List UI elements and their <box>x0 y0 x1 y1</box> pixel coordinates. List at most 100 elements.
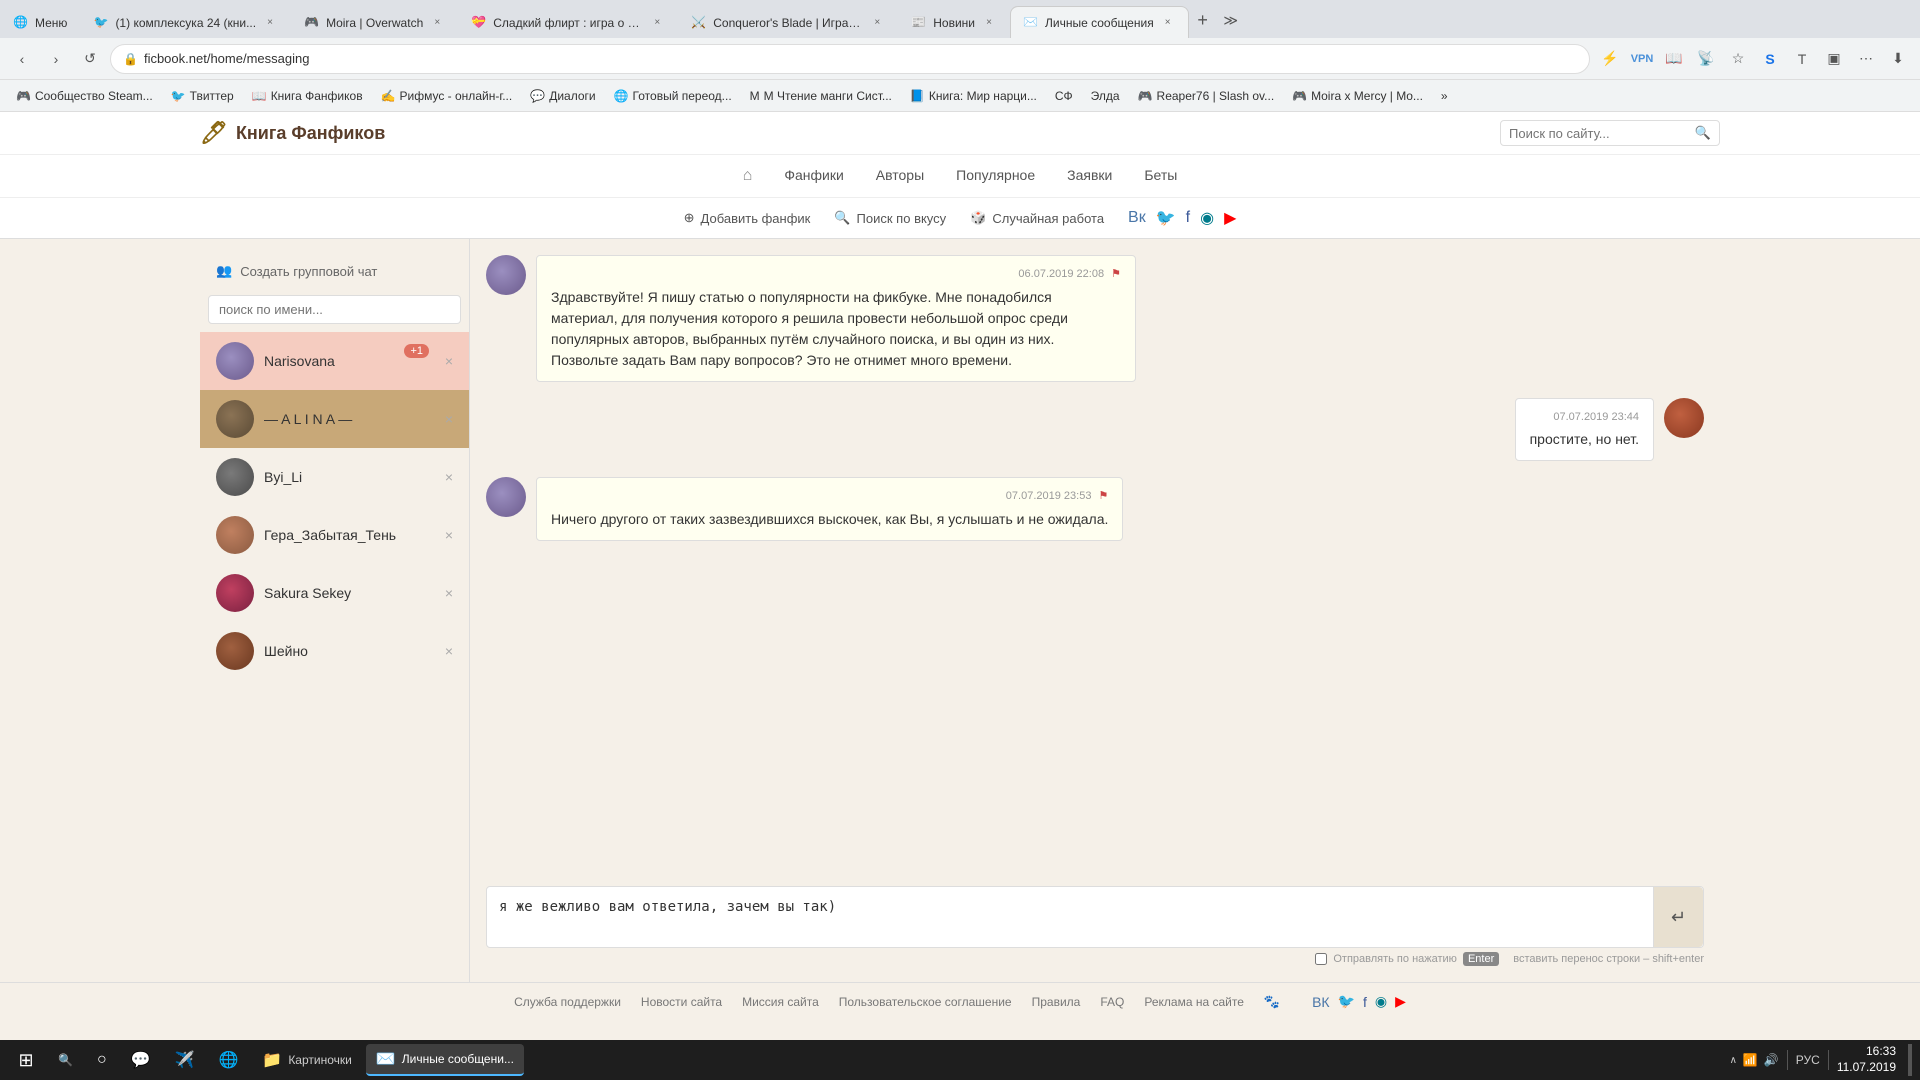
site-search-icon[interactable]: 🔍 <box>1695 125 1711 141</box>
search-taste-link[interactable]: 🔍 Поиск по вкусу <box>834 210 946 226</box>
tab-conqueror-close[interactable]: × <box>869 15 885 31</box>
youtube-social-icon[interactable]: ▶ <box>1224 208 1236 228</box>
refresh-button[interactable]: ↺ <box>76 45 104 73</box>
taskbar-files[interactable]: 📁 Картиночки <box>252 1044 361 1076</box>
tab-moira-close[interactable]: × <box>429 15 445 31</box>
bookmark-reaper[interactable]: 🎮 Reaper76 | Slash ov... <box>1130 84 1283 108</box>
tab-messages-close[interactable]: × <box>1160 15 1176 31</box>
bookmark-gotoviy[interactable]: 🌐 Готовый переод... <box>606 84 740 108</box>
contact-sakura[interactable]: Sakura Sekey × <box>200 564 469 622</box>
tab-messages[interactable]: ✉️ Личные сообщения × <box>1010 6 1189 38</box>
footer-faq[interactable]: FAQ <box>1100 995 1124 1009</box>
taskbar-time[interactable]: 16:33 11.07.2019 <box>1837 1044 1896 1075</box>
contact-sheino-remove[interactable]: × <box>445 643 453 659</box>
tab-twitter[interactable]: 🐦 (1) комплексука 24 (кни... × <box>80 6 291 38</box>
tab-flirt[interactable]: 💝 Сладкий флирт : игра о л... × <box>458 6 678 38</box>
nav-bety[interactable]: Беты <box>1144 167 1177 185</box>
bookmark-more[interactable]: » <box>1433 84 1456 108</box>
nav-avtory[interactable]: Авторы <box>876 167 924 185</box>
tab-flirt-close[interactable]: × <box>649 15 665 31</box>
tab-twitter-close[interactable]: × <box>262 15 278 31</box>
start-button[interactable]: ⊞ <box>8 1044 44 1076</box>
footer-news[interactable]: Новости сайта <box>641 995 722 1009</box>
reader-button[interactable]: 📖 <box>1660 45 1688 73</box>
contact-sheino[interactable]: Шейно × <box>200 622 469 680</box>
message-1-flag[interactable]: ⚑ <box>1111 268 1121 280</box>
tray-volume-icon[interactable]: 🔊 <box>1764 1053 1779 1067</box>
twitter-social-icon[interactable]: 🐦 <box>1156 208 1176 228</box>
bookmark-twitter[interactable]: 🐦 Твиттер <box>163 84 242 108</box>
bookmark-dialogi[interactable]: 💬 Диалоги <box>522 84 603 108</box>
taskbar-cortana[interactable]: ○ <box>87 1044 117 1076</box>
send-button[interactable]: ↵ <box>1653 887 1703 947</box>
contact-narisovana-remove[interactable]: × <box>445 353 453 369</box>
home-nav-icon[interactable]: ⌂ <box>743 167 753 185</box>
random-work-link[interactable]: 🎲 Случайная работа <box>970 210 1104 226</box>
create-group-button[interactable]: 👥 Создать групповой чат <box>200 255 469 287</box>
livejournal-social-icon[interactable]: ◉ <box>1200 208 1214 228</box>
taskbar-active-app[interactable]: ✉️ Личные сообщени... <box>366 1044 524 1076</box>
site-search-box[interactable]: 🔍 <box>1500 120 1720 146</box>
site-search-input[interactable] <box>1509 126 1689 141</box>
bookmark-elda[interactable]: Элда <box>1083 84 1128 108</box>
vpn-button[interactable]: VPN <box>1628 45 1656 73</box>
search-contacts-input[interactable] <box>208 295 461 324</box>
send-on-enter-checkbox[interactable] <box>1315 953 1327 965</box>
facebook-social-icon[interactable]: f <box>1186 209 1190 227</box>
taskbar-telegram[interactable]: ✈️ <box>165 1044 205 1076</box>
bookmark-ficbook[interactable]: 📖 Книга Фанфиков <box>244 84 371 108</box>
footer-ads[interactable]: Реклама на сайте <box>1144 995 1244 1009</box>
profile-button[interactable]: S <box>1756 45 1784 73</box>
tab-more-button[interactable]: ≫ <box>1217 6 1245 34</box>
taskbar-skype[interactable]: 💬 <box>121 1044 161 1076</box>
more-options-button[interactable]: ⋯ <box>1852 45 1880 73</box>
tab-news[interactable]: 📰 Новини × <box>898 6 1010 38</box>
vk-social-icon[interactable]: Вк <box>1128 209 1146 227</box>
taskbar-lang[interactable]: РУС <box>1796 1053 1820 1067</box>
contact-alina-remove[interactable]: × <box>445 411 453 427</box>
bookmark-rifmus[interactable]: ✍️ Рифмус - онлайн-г... <box>373 84 521 108</box>
back-button[interactable]: ‹ <box>8 45 36 73</box>
footer-mission[interactable]: Миссия сайта <box>742 995 819 1009</box>
show-desktop-button[interactable] <box>1908 1044 1912 1076</box>
taskbar-browser[interactable]: 🌐 <box>208 1044 248 1076</box>
bookmark-kniga[interactable]: 📘 Книга: Мир нарци... <box>902 84 1045 108</box>
bookmark-manga[interactable]: M M Чтение манги Сист... <box>742 84 900 108</box>
collections-button[interactable]: ▣ <box>1820 45 1848 73</box>
footer-rules[interactable]: Правила <box>1032 995 1081 1009</box>
nav-populyarnoe[interactable]: Популярное <box>956 167 1035 185</box>
footer-support[interactable]: Служба поддержки <box>514 995 621 1009</box>
footer-lj-icon[interactable]: ◉ <box>1375 993 1387 1010</box>
footer-agreement[interactable]: Пользовательское соглашение <box>839 995 1012 1009</box>
new-tab-button[interactable]: + <box>1189 6 1217 34</box>
contact-byili-remove[interactable]: × <box>445 469 453 485</box>
contact-gera[interactable]: Гера_Забытая_Тень × <box>200 506 469 564</box>
footer-twitter-icon[interactable]: 🐦 <box>1338 993 1355 1010</box>
message-input[interactable]: я же вежливо вам ответила, зачем вы так) <box>487 887 1653 947</box>
contact-byili[interactable]: Byi_Li × <box>200 448 469 506</box>
message-3-flag[interactable]: ⚑ <box>1099 490 1109 502</box>
extensions-button[interactable]: ⚡ <box>1596 45 1624 73</box>
tab-moira[interactable]: 🎮 Moira | Overwatch × <box>291 6 458 38</box>
contact-sakura-remove[interactable]: × <box>445 585 453 601</box>
translate-button[interactable]: T <box>1788 45 1816 73</box>
bookmark-moira-mercy[interactable]: 🎮 Moira x Mercy | Mo... <box>1284 84 1431 108</box>
tab-news-close[interactable]: × <box>981 15 997 31</box>
favorites-button[interactable]: ☆ <box>1724 45 1752 73</box>
taskbar-search[interactable]: 🔍 <box>48 1044 83 1076</box>
footer-youtube-icon[interactable]: ▶ <box>1395 993 1406 1010</box>
cast-button[interactable]: 📡 <box>1692 45 1720 73</box>
contact-gera-remove[interactable]: × <box>445 527 453 543</box>
contact-narisovana[interactable]: Narisovana +1 × <box>200 332 469 390</box>
contact-alina[interactable]: — A L I N A — × <box>200 390 469 448</box>
tray-arrow[interactable]: ∧ <box>1730 1055 1737 1066</box>
download-button[interactable]: ⬇ <box>1884 45 1912 73</box>
nav-zayavki[interactable]: Заявки <box>1067 167 1112 185</box>
tab-menu[interactable]: 🌐 Меню <box>0 6 80 38</box>
footer-facebook-icon[interactable]: f <box>1363 994 1367 1010</box>
footer-vk-icon[interactable]: ВК <box>1312 994 1330 1010</box>
site-logo[interactable]: 🖊 Книга Фанфиков <box>200 120 385 146</box>
forward-button[interactable]: › <box>42 45 70 73</box>
add-fanfik-link[interactable]: ⊕ Добавить фанфик <box>684 210 811 226</box>
tab-conqueror[interactable]: ⚔️ Conqueror's Blade | Играй... × <box>678 6 898 38</box>
